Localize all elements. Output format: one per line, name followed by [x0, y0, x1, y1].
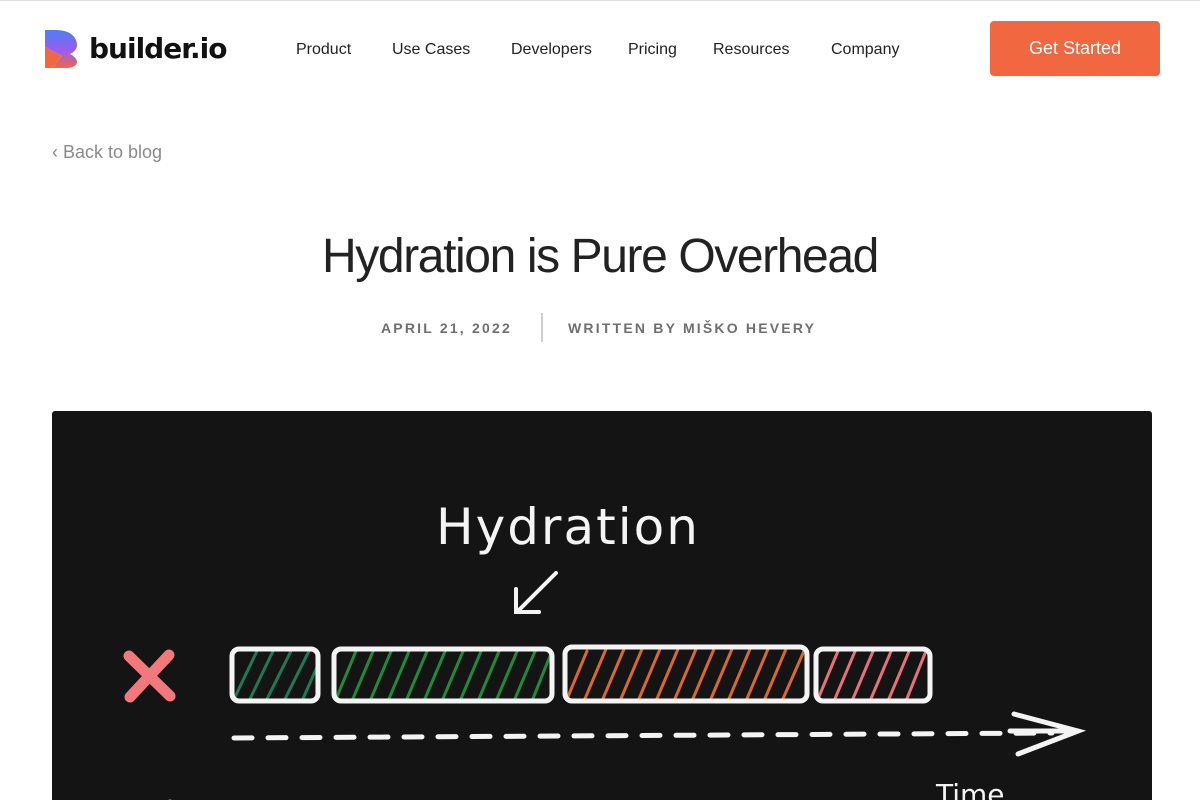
hero-image: Hydration Time: [52, 411, 1152, 800]
logo-link[interactable]: builder.io: [44, 29, 227, 69]
hydration-heading: Hydration: [436, 498, 700, 556]
timeline-segment-1: [229, 646, 321, 704]
nav-item-company[interactable]: Company: [831, 41, 899, 59]
timeline-segment-3: [562, 644, 810, 704]
arrow-down-left-icon: [514, 571, 558, 614]
back-to-blog-link[interactable]: ‹ Back to blog: [52, 142, 162, 163]
nav-item-use-cases[interactable]: Use Cases: [392, 41, 470, 59]
logo-text: builder.io: [89, 32, 227, 65]
article-title: Hydration is Pure Overhead: [322, 230, 879, 283]
time-axis-line: [231, 730, 1055, 741]
nav-item-developers[interactable]: Developers: [511, 41, 592, 59]
get-started-button[interactable]: Get Started: [990, 21, 1160, 76]
time-label: Time: [935, 778, 1005, 800]
cross-icon: [123, 649, 176, 703]
nav-item-resources[interactable]: Resources: [713, 41, 789, 59]
hydration-diagram: Hydration Time: [123, 498, 1087, 800]
top-border: [0, 0, 1200, 1]
meta-divider: [541, 313, 543, 342]
chevron-left-icon: ‹: [52, 142, 58, 162]
nav-item-pricing[interactable]: Pricing: [628, 41, 677, 59]
article-author: WRITTEN BY MIŠKO HEVERY: [568, 320, 817, 336]
timeline-segment-2: [331, 646, 555, 704]
builder-logo-icon: [45, 30, 77, 68]
timeline-segment-4: [813, 646, 933, 704]
article-date: APRIL 21, 2022: [381, 320, 512, 336]
nav-item-product[interactable]: Product: [296, 41, 351, 59]
back-to-blog-label: Back to blog: [63, 142, 163, 162]
